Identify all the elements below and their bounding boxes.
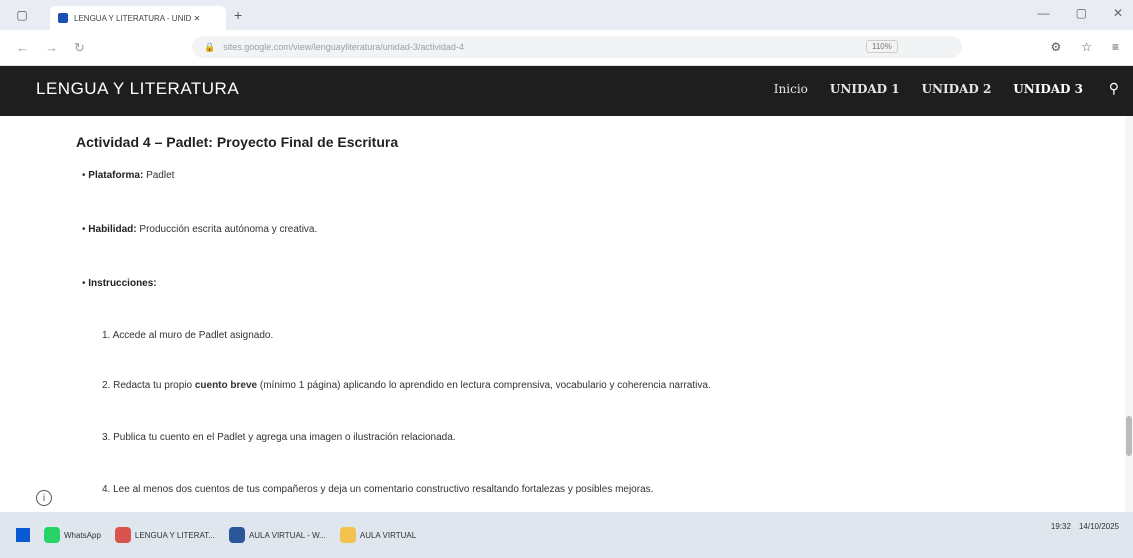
taskbar-app-label: AULA VIRTUAL - W... xyxy=(248,530,326,540)
extensions-icon[interactable]: ⚙ xyxy=(1050,40,1061,54)
tab-title: LENGUA Y LITERATURA - UNID ✕ xyxy=(74,13,201,23)
instructions-label: Instrucciones: xyxy=(88,278,157,289)
back-icon[interactable]: ← xyxy=(16,40,29,55)
zoom-indicator[interactable]: 110% xyxy=(866,40,898,53)
site-header: LENGUA Y LITERATURA Inicio UNIDAD 1 UNID… xyxy=(0,66,1133,116)
close-window-icon[interactable]: ✕ xyxy=(1113,6,1123,20)
info-icon[interactable]: i xyxy=(36,490,52,506)
browser-tab-bar: ▢ LENGUA Y LITERATURA - UNID ✕ + — ▢ ✕ xyxy=(0,0,1133,30)
tab-actions-icon[interactable]: ▢ xyxy=(12,5,32,25)
step-1: 1. Accede al muro de Padlet asignado. xyxy=(102,330,274,341)
platform-value: Padlet xyxy=(146,170,175,181)
url-field[interactable]: 🔒 sites.google.com/view/lenguayliteratur… xyxy=(192,36,962,58)
nav-unidad-3[interactable]: UNIDAD 3 xyxy=(1013,82,1083,96)
start-icon[interactable] xyxy=(16,528,30,542)
step-2: 2. Redacta tu propio cuento breve (mínim… xyxy=(102,380,711,391)
word-icon xyxy=(228,527,245,543)
taskbar: WhatsApp LENGUA Y LITERAT... AULA VIRTUA… xyxy=(0,512,1133,558)
refresh-icon[interactable]: ↻ xyxy=(74,40,85,56)
site-nav: Inicio UNIDAD 1 UNIDAD 2 UNIDAD 3 xyxy=(774,82,1083,96)
step-2-end: (mínimo 1 página) aplicando lo aprendido… xyxy=(259,380,711,391)
browser-toolbar-icons: ⚙ ☆ ≡ xyxy=(1050,40,1119,54)
taskbar-app-word[interactable]: AULA VIRTUAL - W... xyxy=(228,527,326,543)
step-2-start: 2. Redacta tu propio xyxy=(102,380,193,391)
scrollbar[interactable] xyxy=(1125,116,1133,512)
instructions-item: • Instrucciones: xyxy=(82,278,157,289)
site-title[interactable]: LENGUA Y LITERATURA xyxy=(36,79,239,99)
taskbar-app-whatsapp[interactable]: WhatsApp xyxy=(44,527,101,543)
skill-label: Habilidad: xyxy=(88,224,137,235)
skill-item: • Habilidad: Producción escrita autónoma… xyxy=(82,224,318,235)
taskbar-app-browser[interactable]: LENGUA Y LITERAT... xyxy=(114,527,215,543)
address-bar-row: ← → ↻ 🔒 sites.google.com/view/lenguaylit… xyxy=(0,30,1133,66)
tray-date: 14/10/2025 xyxy=(1078,522,1119,531)
folder-icon xyxy=(339,527,356,543)
favorites-icon[interactable]: ☆ xyxy=(1081,40,1092,54)
search-icon[interactable]: ⚲ xyxy=(1109,80,1119,97)
forward-icon[interactable]: → xyxy=(45,40,58,55)
menu-icon[interactable]: ≡ xyxy=(1112,40,1119,54)
whatsapp-icon xyxy=(44,527,60,543)
tray-time: 19:32 xyxy=(1050,522,1071,531)
step-3: 3. Publica tu cuento en el Padlet y agre… xyxy=(102,432,456,443)
skill-value: Producción escrita autónoma y creativa. xyxy=(139,224,318,235)
step-4: 4. Lee al menos dos cuentos de tus compa… xyxy=(102,484,654,495)
nav-unidad-1[interactable]: UNIDAD 1 xyxy=(830,82,900,96)
taskbar-app-label: AULA VIRTUAL xyxy=(359,530,417,540)
window-controls: — ▢ ✕ xyxy=(1038,6,1123,20)
taskbar-app-label: LENGUA Y LITERAT... xyxy=(134,530,215,540)
taskbar-app-label: WhatsApp xyxy=(64,530,101,540)
nav-unidad-2[interactable]: UNIDAD 2 xyxy=(922,82,992,96)
step-2-bold: cuento breve xyxy=(194,380,258,391)
minimize-icon[interactable]: — xyxy=(1038,6,1050,20)
page-content: Actividad 4 – Padlet: Proyecto Final de … xyxy=(0,116,1133,512)
maximize-icon[interactable]: ▢ xyxy=(1076,6,1087,20)
platform-item: • Plataforma: Padlet xyxy=(82,170,175,181)
url-text: sites.google.com/view/lenguayliteratura/… xyxy=(223,42,464,52)
site-favicon-icon xyxy=(58,13,68,23)
system-tray: 19:32 14/10/2025 xyxy=(1051,522,1119,531)
activity-title: Actividad 4 – Padlet: Proyecto Final de … xyxy=(76,134,399,150)
browser-tab[interactable]: LENGUA Y LITERATURA - UNID ✕ xyxy=(50,6,226,30)
new-tab-icon[interactable]: + xyxy=(234,7,242,23)
platform-label: Plataforma: xyxy=(88,170,144,181)
scrollbar-thumb[interactable] xyxy=(1126,416,1132,456)
nav-inicio[interactable]: Inicio xyxy=(774,82,808,96)
taskbar-app-folder[interactable]: AULA VIRTUAL xyxy=(339,527,417,543)
lock-icon: 🔒 xyxy=(204,41,216,52)
browser-icon xyxy=(114,527,131,543)
